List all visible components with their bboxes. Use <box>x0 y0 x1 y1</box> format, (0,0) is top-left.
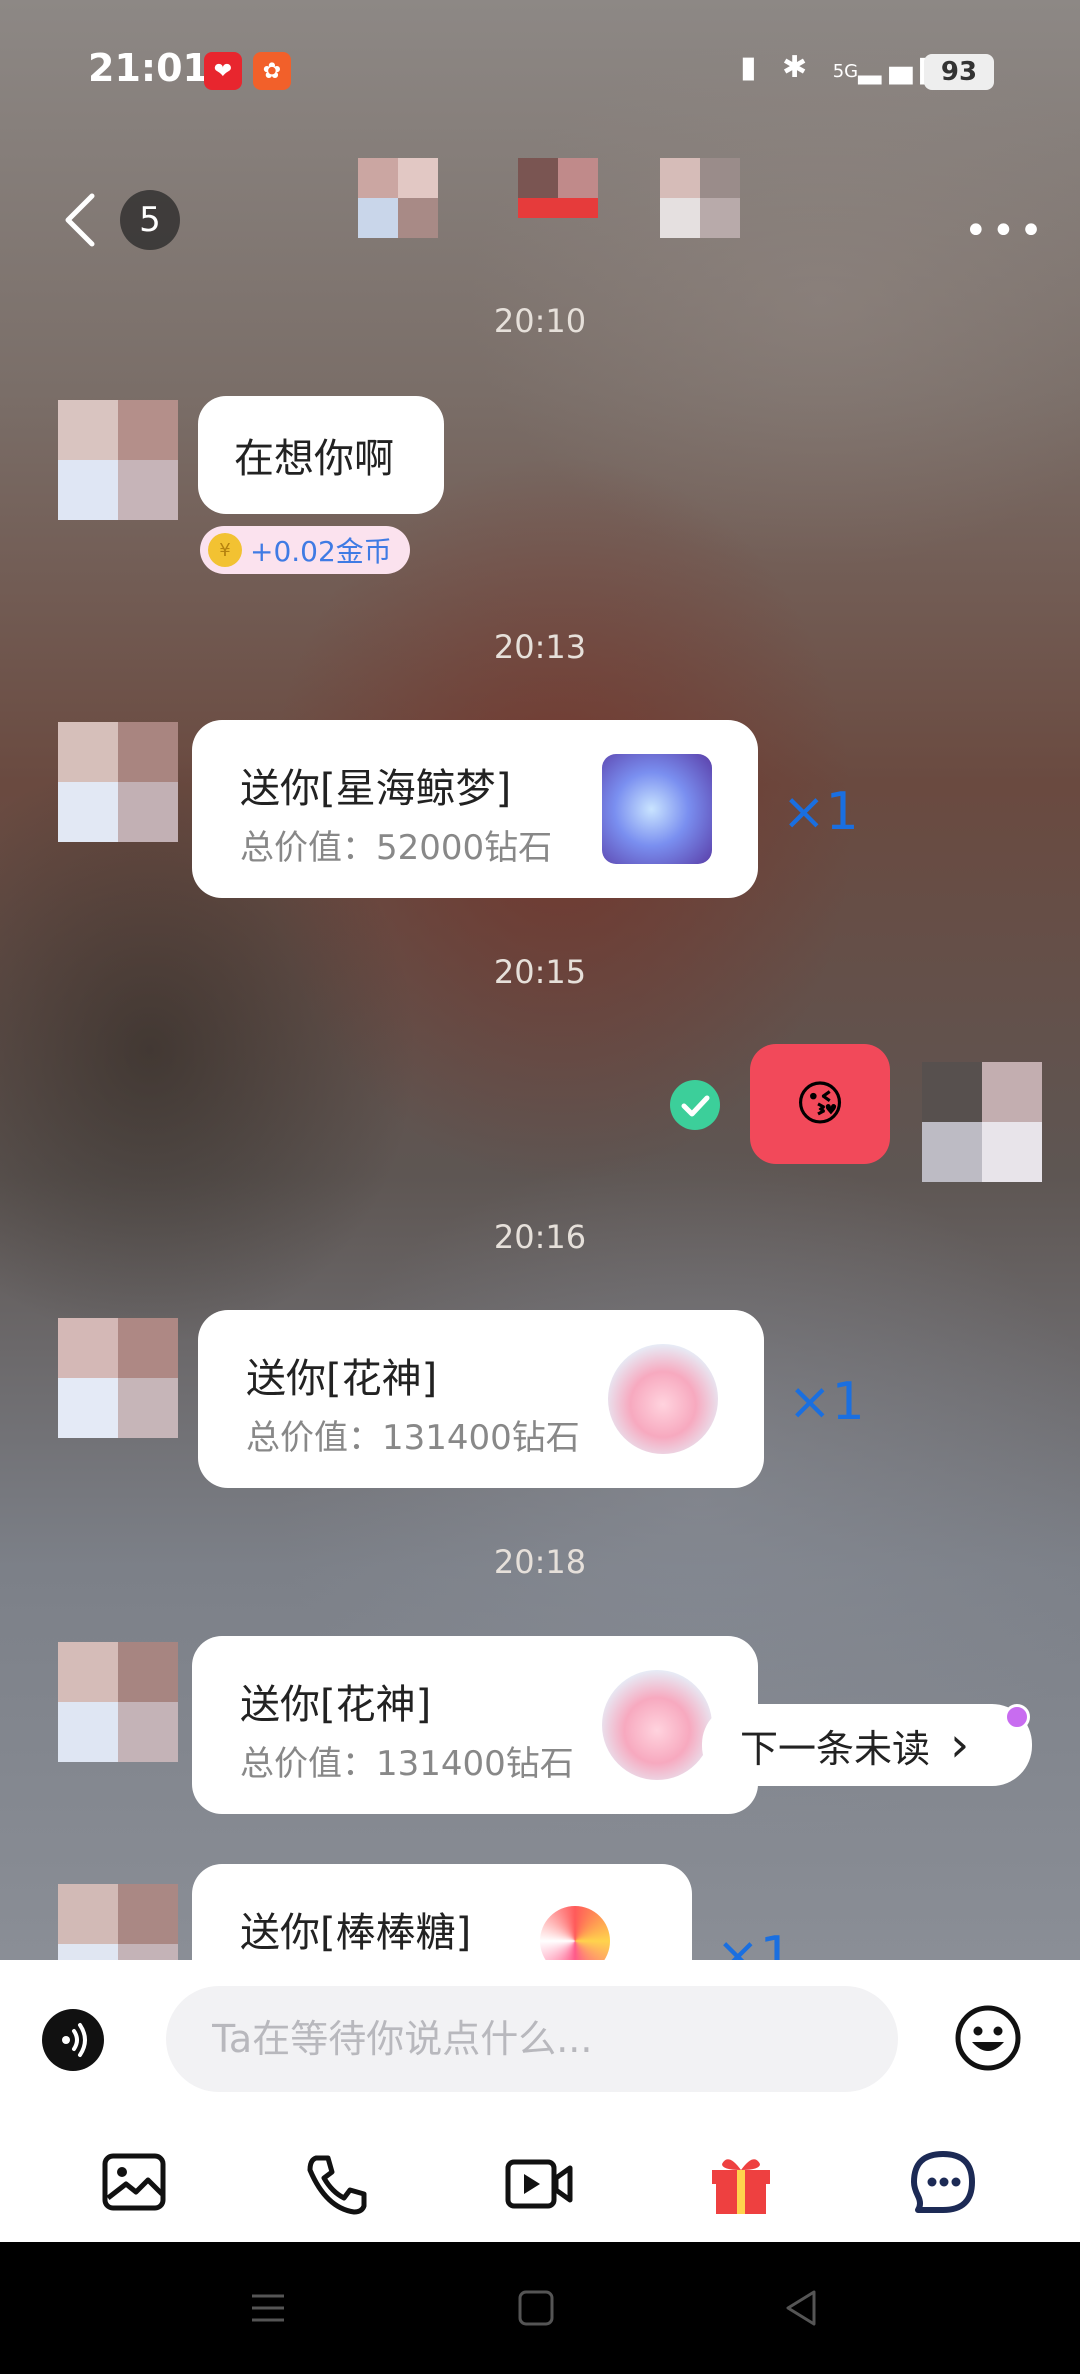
chat-icon[interactable] <box>908 2150 978 2216</box>
coin-reward-badge: ¥ +0.02金币 <box>200 526 410 574</box>
contact-avatar[interactable] <box>58 722 178 842</box>
status-time: 21:01 <box>88 46 209 90</box>
contact-avatar[interactable] <box>58 1642 178 1762</box>
gift-count: ×1 <box>782 782 859 842</box>
contact-avatar[interactable] <box>58 1318 178 1438</box>
next-unread-label: 下一条未读 <box>740 1726 931 1771</box>
battery-indicator: 93 <box>924 54 994 90</box>
back-nav-icon[interactable] <box>780 2286 824 2330</box>
gift-title: 送你[花神] <box>240 1682 432 1728</box>
notification-app-icon-2: ✿ <box>253 52 291 90</box>
emoji-picker-icon[interactable] <box>954 2004 1022 2072</box>
my-avatar[interactable] <box>922 1062 1042 1182</box>
gift-message-card[interactable]: 送你[花神] 总价值：131400钻石 <box>198 1310 764 1488</box>
system-status-icons: ▮ ✱ 5G▂▄▆ <box>740 50 952 85</box>
menu-icon[interactable] <box>246 2286 290 2330</box>
message-timestamp: 20:15 <box>493 953 587 991</box>
message-timestamp: 20:16 <box>493 1218 587 1256</box>
sound-wave-icon <box>62 2023 87 2057</box>
header-avatar-center[interactable] <box>518 158 598 238</box>
unread-dot <box>1004 1704 1030 1730</box>
coin-reward-text: +0.02金币 <box>250 535 392 568</box>
gift-whale-image <box>602 754 712 864</box>
home-icon[interactable] <box>514 2286 558 2330</box>
gift-title: 送你[棒棒糖] <box>240 1910 472 1956</box>
message-timestamp: 20:13 <box>493 628 587 666</box>
gift-title: 送你[花神] <box>246 1356 438 1402</box>
gift-flower-image <box>602 1670 712 1780</box>
header-avatar[interactable] <box>358 158 438 238</box>
phone-icon[interactable] <box>302 2150 372 2216</box>
image-icon[interactable] <box>100 2150 170 2216</box>
network-label: 5G <box>832 61 859 82</box>
gift-flower-image <box>608 1344 718 1454</box>
message-bubble[interactable]: 在想你啊 <box>198 396 444 514</box>
gift-message-card[interactable]: 送你[星海鲸梦] 总价值：52000钻石 <box>192 720 758 898</box>
notification-app-icon: ❤ <box>204 52 242 90</box>
sent-check-icon <box>670 1080 720 1130</box>
header-avatar-right[interactable] <box>660 158 740 238</box>
gift-message-card[interactable]: 送你[花神] 总价值：131400钻石 <box>192 1636 758 1814</box>
message-timestamp: 20:18 <box>493 1543 587 1581</box>
unread-count-badge[interactable]: 5 <box>120 190 180 250</box>
gift-icon[interactable] <box>706 2150 776 2216</box>
message-input[interactable] <box>166 1986 898 2092</box>
voice-input-button[interactable] <box>42 2009 104 2071</box>
video-icon[interactable] <box>504 2150 574 2216</box>
message-timestamp: 20:10 <box>493 302 587 340</box>
contact-avatar[interactable] <box>58 400 178 520</box>
coin-icon: ¥ <box>208 533 242 567</box>
more-options-icon[interactable]: ••• <box>964 208 1047 254</box>
next-unread-button[interactable]: 下一条未读 › <box>702 1704 1032 1786</box>
gift-count: ×1 <box>788 1372 865 1432</box>
gift-value: 总价值：52000钻石 <box>240 828 553 868</box>
gift-value: 总价值：131400钻石 <box>240 1744 574 1784</box>
chevron-right-icon: › <box>950 1717 970 1773</box>
gift-title: 送你[星海鲸梦] <box>240 766 512 812</box>
sent-emoji-bubble[interactable]: 😘 <box>750 1044 890 1164</box>
back-arrow-icon[interactable] <box>60 190 100 250</box>
gift-value: 总价值：131400钻石 <box>246 1418 580 1458</box>
